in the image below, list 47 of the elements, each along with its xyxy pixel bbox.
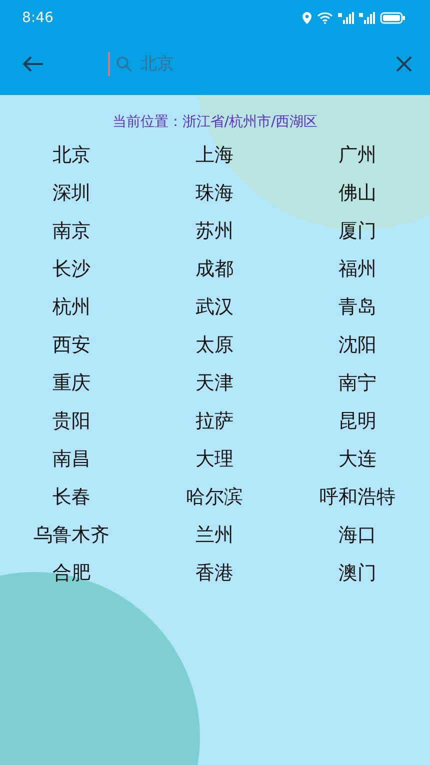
city-item[interactable]: 广州	[286, 139, 429, 171]
back-arrow-icon	[22, 55, 44, 73]
city-item[interactable]: 大理	[143, 443, 286, 475]
city-item[interactable]: 天津	[143, 367, 286, 399]
city-item[interactable]: 武汉	[143, 291, 286, 323]
city-item[interactable]: 深圳	[0, 177, 143, 209]
city-item[interactable]: 苏州	[143, 215, 286, 247]
city-item[interactable]: 乌鲁木齐	[0, 519, 143, 551]
city-item[interactable]: 呼和浩特	[286, 481, 429, 513]
city-item[interactable]: 长春	[0, 481, 143, 513]
city-item[interactable]: 北京	[0, 139, 143, 171]
close-icon	[396, 56, 412, 72]
city-item[interactable]: 澳门	[286, 557, 429, 589]
location-icon	[302, 12, 312, 24]
city-item[interactable]: 拉萨	[143, 405, 286, 437]
status-time: 8:46	[22, 10, 54, 26]
current-location: 当前位置：浙江省/杭州市/西湖区	[111, 113, 319, 131]
city-item[interactable]: 佛山	[286, 177, 429, 209]
city-item[interactable]: 太原	[143, 329, 286, 361]
city-item[interactable]: 合肥	[0, 557, 143, 589]
city-item[interactable]: 成都	[143, 253, 286, 285]
city-item[interactable]: 海口	[286, 519, 429, 551]
city-item[interactable]: 上海	[143, 139, 286, 171]
city-item[interactable]: 福州	[286, 253, 429, 285]
city-item[interactable]: 香港	[143, 557, 286, 589]
signal-icon	[338, 12, 354, 24]
city-item[interactable]: 厦门	[286, 215, 429, 247]
city-item[interactable]: 南宁	[286, 367, 429, 399]
search-icon	[116, 56, 132, 72]
city-item[interactable]: 长沙	[0, 253, 143, 285]
signal-icon	[359, 12, 375, 24]
wifi-icon	[317, 12, 333, 24]
city-item[interactable]: 珠海	[143, 177, 286, 209]
battery-icon	[380, 12, 406, 24]
city-item[interactable]: 南昌	[0, 443, 143, 475]
city-item[interactable]: 杭州	[0, 291, 143, 323]
city-item[interactable]: 贵阳	[0, 405, 143, 437]
search-field[interactable]: 北京	[138, 53, 342, 75]
city-item[interactable]: 兰州	[143, 519, 286, 551]
city-item[interactable]: 哈尔滨	[143, 481, 286, 513]
city-item[interactable]: 沈阳	[286, 329, 429, 361]
city-item[interactable]: 昆明	[286, 405, 429, 437]
city-item[interactable]: 西安	[0, 329, 143, 361]
city-item[interactable]: 青岛	[286, 291, 429, 323]
city-item[interactable]: 南京	[0, 215, 143, 247]
city-item[interactable]: 大连	[286, 443, 429, 475]
city-item[interactable]: 重庆	[0, 367, 143, 399]
